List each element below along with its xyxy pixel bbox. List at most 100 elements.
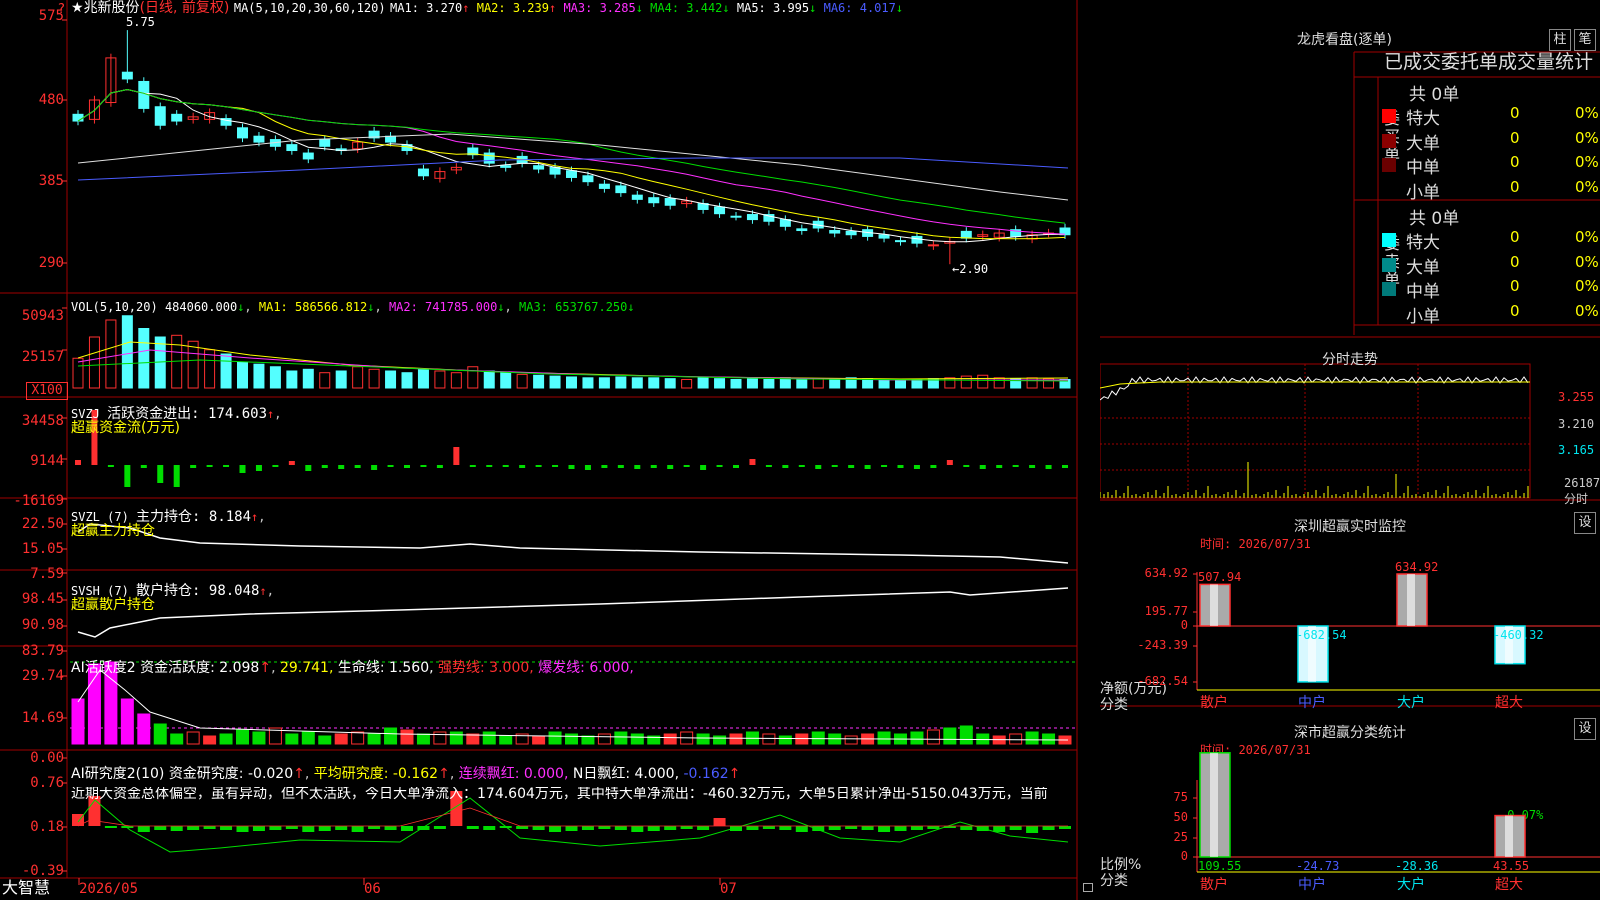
- volume-bar: [417, 368, 429, 389]
- activity-bar: [416, 733, 430, 745]
- ma-arrow: ↓: [635, 1, 643, 15]
- ma-arrow: ↑: [462, 1, 470, 15]
- candle-body: [796, 228, 808, 232]
- research-bar: [762, 826, 775, 829]
- candle-body: [72, 113, 84, 122]
- activity-bar: [713, 735, 727, 745]
- brand-logo[interactable]: 大智慧: [2, 880, 50, 896]
- svzj-bar: [617, 465, 624, 468]
- svzj-bar: [552, 465, 559, 467]
- research-bar: [1009, 826, 1022, 830]
- svzj-bar: [469, 465, 476, 467]
- research-bar: [433, 826, 446, 829]
- activity-bar: [910, 731, 924, 745]
- volume-bar: [878, 379, 890, 389]
- svzj-bar: [667, 465, 674, 469]
- favorite-star-icon[interactable]: ★: [71, 0, 84, 16]
- svzj-bar: [272, 465, 279, 467]
- activity-bar: [137, 713, 151, 745]
- svzj-bar: [420, 465, 427, 467]
- date-axis-label: 06: [364, 881, 381, 897]
- ai-active-tick: 0.00: [30, 750, 64, 766]
- research-bar: [647, 826, 660, 831]
- research-bar: [1042, 826, 1055, 830]
- research-bar: [252, 826, 265, 831]
- svzj-bar: [1012, 465, 1019, 467]
- chart-y-tick-label: 50: [1173, 810, 1188, 824]
- svzj-bar: [371, 465, 378, 470]
- ma-value-6: MA6: 4.017: [816, 1, 896, 15]
- period-mode[interactable]: (日线, 前复权): [140, 0, 230, 16]
- volume-bar: [88, 336, 100, 389]
- volume-bar: [598, 377, 610, 389]
- volume-bar: [829, 379, 841, 389]
- research-bar: [746, 826, 759, 830]
- svzj-bar: [1029, 465, 1036, 468]
- svzj-bar: [601, 465, 608, 468]
- ma-line: [77, 88, 1066, 240]
- ma-value-1: MA1: 3.270: [390, 1, 463, 15]
- volume-bar: [450, 372, 462, 389]
- svzj-bar: [782, 465, 789, 468]
- lock-icon[interactable]: [1083, 883, 1093, 892]
- vol-unit-badge[interactable]: X100: [26, 382, 68, 400]
- volume-bar: [746, 378, 758, 389]
- svzj-bar: [453, 447, 460, 465]
- vol-ma1: MA1: 586566.812: [258, 300, 368, 314]
- ma-value-5: MA5: 3.995: [729, 1, 810, 15]
- svzj-tick: -16169: [13, 493, 64, 509]
- svsh-tick: 83.79: [21, 643, 64, 659]
- candle-body: [927, 244, 939, 247]
- candle-body: [648, 197, 660, 204]
- activity-bar: [548, 731, 562, 745]
- volume-bar: [483, 370, 495, 389]
- volume-bar: [763, 379, 775, 389]
- vol-panel-header: VOL(5,10,20) 484060.000↓, MA1: 586566.81…: [71, 300, 635, 314]
- candle-body: [631, 194, 643, 200]
- date-axis-label: 2026/05: [79, 881, 139, 897]
- svzj-bar: [338, 465, 345, 469]
- volume-bar: [1026, 377, 1038, 389]
- svzj-bar: [881, 465, 888, 467]
- activity-bar: [630, 733, 644, 745]
- volume-bar: [302, 368, 314, 389]
- svsh-subtitle: 超赢散户持仓: [71, 597, 155, 613]
- chart-y-tick-label: 25: [1173, 830, 1188, 844]
- candle-body: [500, 165, 512, 168]
- research-bar: [483, 826, 496, 830]
- ma-params: MA(5,10,20,30,60,120): [233, 1, 386, 15]
- research-bar: [631, 826, 644, 832]
- ma-arrow: ↓: [722, 1, 730, 15]
- svzj-bar: [683, 465, 690, 467]
- volume-bar: [977, 374, 989, 389]
- chart-category-label: 大户: [1397, 877, 1425, 893]
- ai-active-tick: 29.74: [21, 668, 64, 684]
- kline-chart-area[interactable]: ? ★兆新股份(日线, 前复权) MA(5,10,20,30,60,120) M…: [0, 0, 1100, 900]
- research-bar: [960, 826, 973, 830]
- activity-bar: [597, 733, 611, 745]
- activity-bar: [203, 735, 217, 745]
- chart-value-label: 109.55: [1198, 859, 1242, 873]
- activity-bar: [565, 733, 578, 745]
- activity-bar: [334, 733, 348, 745]
- date-axis-label: 07: [720, 881, 737, 897]
- chart-value-label: 43.55: [1493, 859, 1530, 873]
- kline-canvas[interactable]: [0, 0, 1100, 900]
- activity-bar: [301, 731, 315, 745]
- svzj-bar: [305, 465, 312, 471]
- ai-active-title: AI活跃度2: [71, 660, 136, 676]
- price-tick: 575: [38, 8, 64, 24]
- vol-ma2: MA2: 741785.000: [388, 300, 498, 314]
- research-bar: [878, 826, 891, 832]
- candle-body: [533, 165, 545, 170]
- volume-bar: [105, 319, 117, 389]
- activity-bar: [778, 735, 792, 745]
- chart-value-label: -24.73: [1296, 859, 1340, 873]
- vol-tick: 50943: [21, 308, 64, 324]
- ai-n-day-red: N日飘红: 4.000,: [572, 766, 680, 782]
- volume-bar: [72, 357, 84, 389]
- svzj-bar: [584, 465, 591, 470]
- candle-body: [664, 198, 676, 206]
- candle-body: [237, 127, 248, 139]
- low-price-label: ←2.90: [952, 262, 989, 276]
